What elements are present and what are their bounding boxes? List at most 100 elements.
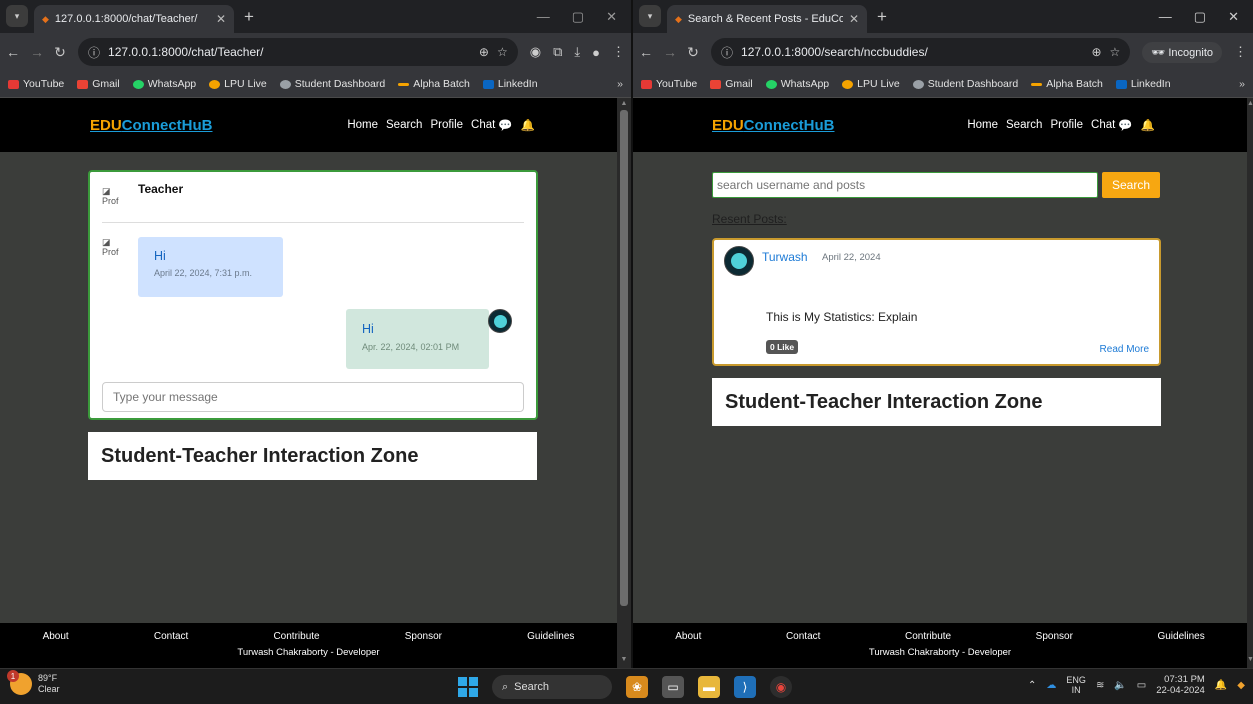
nav-profile[interactable]: Profile bbox=[430, 119, 463, 131]
footer-about[interactable]: About bbox=[675, 631, 701, 642]
profile-avatar-icon[interactable]: ● bbox=[592, 45, 600, 60]
footer-contact[interactable]: Contact bbox=[786, 631, 820, 642]
bookmark-youtube[interactable]: YouTube bbox=[8, 78, 64, 90]
widgets-app-icon[interactable]: ❀ bbox=[626, 676, 648, 698]
menu-icon[interactable]: ⋮ bbox=[1234, 44, 1247, 60]
close-tab-icon[interactable]: ✕ bbox=[216, 12, 226, 26]
site-brand-link[interactable]: EDUConnectHuB bbox=[712, 117, 835, 134]
site-info-icon[interactable]: ⓘ bbox=[721, 44, 733, 61]
more-bookmarks-icon[interactable]: » bbox=[1239, 78, 1245, 90]
footer-contribute[interactable]: Contribute bbox=[273, 631, 319, 642]
tab-chat[interactable]: ◆ 127.0.0.1:8000/chat/Teacher/ ✕ bbox=[34, 5, 234, 33]
bookmark-alpha-batch[interactable]: Alpha Batch bbox=[398, 78, 470, 90]
notification-bell-icon[interactable]: 🔔 bbox=[521, 118, 535, 132]
scroll-up-icon[interactable]: ▲ bbox=[617, 100, 631, 110]
volume-icon[interactable]: 🔈 bbox=[1114, 680, 1126, 691]
read-more-link[interactable]: Read More bbox=[1100, 344, 1149, 355]
minimize-icon[interactable]: — bbox=[537, 9, 550, 25]
footer-contribute[interactable]: Contribute bbox=[905, 631, 951, 642]
forward-icon[interactable]: → bbox=[30, 44, 44, 60]
bookmark-linkedin[interactable]: LinkedIn bbox=[482, 78, 538, 90]
scrollbar[interactable]: ▲ ▼ bbox=[617, 98, 631, 668]
scrollbar[interactable]: ▲ ▼ bbox=[1247, 98, 1253, 668]
post-author-link[interactable]: Turwash bbox=[762, 250, 808, 264]
site-info-icon[interactable]: ⓘ bbox=[88, 44, 100, 61]
windows-start-icon[interactable] bbox=[458, 677, 478, 697]
new-tab-icon[interactable]: + bbox=[877, 7, 887, 27]
site-brand-link[interactable]: EDUConnectHuB bbox=[90, 117, 213, 134]
maximize-icon[interactable]: ▢ bbox=[1194, 9, 1206, 25]
wifi-icon[interactable]: ≋ bbox=[1096, 680, 1104, 691]
scroll-up-icon[interactable]: ▲ bbox=[1247, 100, 1253, 110]
bookmark-star-icon[interactable]: ☆ bbox=[497, 45, 508, 59]
bookmark-gmail[interactable]: Gmail bbox=[710, 78, 753, 90]
address-bar[interactable]: ⓘ 127.0.0.1:8000/chat/Teacher/ ⊕ ☆ bbox=[78, 38, 518, 66]
language-indicator[interactable]: ENG IN bbox=[1066, 675, 1086, 695]
nav-search[interactable]: Search bbox=[386, 119, 422, 131]
forward-icon[interactable]: → bbox=[663, 44, 677, 60]
nav-chat[interactable]: Chat 💬 bbox=[471, 118, 513, 132]
reload-icon[interactable]: ↻ bbox=[54, 44, 66, 61]
bookmark-youtube[interactable]: YouTube bbox=[641, 78, 697, 90]
nav-home[interactable]: Home bbox=[347, 119, 378, 131]
footer-sponsor[interactable]: Sponsor bbox=[1036, 631, 1073, 642]
back-icon[interactable]: ← bbox=[6, 44, 20, 60]
footer-sponsor[interactable]: Sponsor bbox=[405, 631, 442, 642]
message-input[interactable] bbox=[102, 382, 524, 412]
tab-search-icon[interactable]: ▾ bbox=[6, 5, 28, 27]
tab-search[interactable]: ◆ Search & Recent Posts - EduCo ✕ bbox=[667, 5, 867, 33]
close-window-icon[interactable]: ✕ bbox=[606, 9, 617, 25]
chevron-up-icon[interactable]: ⌃ bbox=[1028, 680, 1036, 691]
copilot-icon[interactable]: ◆ bbox=[1237, 680, 1245, 691]
tab-search-icon[interactable]: ▾ bbox=[639, 5, 661, 27]
bookmark-linkedin[interactable]: LinkedIn bbox=[1115, 78, 1171, 90]
task-view-icon[interactable]: ▭ bbox=[662, 676, 684, 698]
maximize-icon[interactable]: ▢ bbox=[572, 9, 584, 25]
bookmark-star-icon[interactable]: ☆ bbox=[1110, 45, 1121, 59]
nav-profile[interactable]: Profile bbox=[1050, 119, 1083, 131]
battery-icon[interactable]: ▭ bbox=[1137, 680, 1146, 691]
close-window-icon[interactable]: ✕ bbox=[1228, 9, 1239, 25]
footer-guidelines[interactable]: Guidelines bbox=[527, 631, 574, 642]
nav-home[interactable]: Home bbox=[967, 119, 998, 131]
bookmark-whatsapp[interactable]: WhatsApp bbox=[765, 78, 829, 90]
footer-about[interactable]: About bbox=[43, 631, 69, 642]
bookmark-alpha-batch[interactable]: Alpha Batch bbox=[1031, 78, 1103, 90]
vscode-icon[interactable]: ⟩ bbox=[734, 676, 756, 698]
minimize-icon[interactable]: — bbox=[1159, 9, 1172, 25]
clock[interactable]: 07:31 PM 22-04-2024 bbox=[1156, 674, 1205, 696]
bookmark-student-dashboard[interactable]: Student Dashboard bbox=[279, 78, 385, 90]
menu-icon[interactable]: ⋮ bbox=[612, 44, 625, 60]
bookmark-lpu-live[interactable]: LPU Live bbox=[209, 78, 267, 90]
bookmark-whatsapp[interactable]: WhatsApp bbox=[132, 78, 196, 90]
notification-icon[interactable]: 🔔 bbox=[1215, 680, 1227, 691]
nav-search[interactable]: Search bbox=[1006, 119, 1042, 131]
incognito-badge[interactable]: 🕶 Incognito bbox=[1142, 41, 1222, 63]
notification-bell-icon[interactable]: 🔔 bbox=[1141, 118, 1155, 132]
bookmark-student-dashboard[interactable]: Student Dashboard bbox=[912, 78, 1018, 90]
onedrive-icon[interactable]: ☁ bbox=[1046, 680, 1056, 691]
footer-contact[interactable]: Contact bbox=[154, 631, 188, 642]
address-bar[interactable]: ⓘ 127.0.0.1:8000/search/nccbuddies/ ⊕ ☆ bbox=[711, 38, 1131, 66]
new-tab-icon[interactable]: + bbox=[244, 7, 254, 27]
reload-icon[interactable]: ↻ bbox=[687, 44, 699, 61]
bookmark-lpu-live[interactable]: LPU Live bbox=[842, 78, 900, 90]
file-explorer-icon[interactable]: ▬ bbox=[698, 676, 720, 698]
chrome-icon[interactable]: ◉ bbox=[770, 676, 792, 698]
like-badge[interactable]: 0 Like bbox=[766, 340, 799, 354]
bookmark-gmail[interactable]: Gmail bbox=[77, 78, 120, 90]
zoom-icon[interactable]: ⊕ bbox=[479, 45, 489, 59]
scrollbar-thumb[interactable] bbox=[620, 110, 628, 606]
more-bookmarks-icon[interactable]: » bbox=[617, 78, 623, 90]
nav-chat[interactable]: Chat 💬 bbox=[1091, 118, 1133, 132]
footer-guidelines[interactable]: Guidelines bbox=[1157, 631, 1204, 642]
back-icon[interactable]: ← bbox=[639, 44, 653, 60]
search-input[interactable] bbox=[712, 172, 1098, 198]
taskbar-search[interactable]: ⌕ Search bbox=[492, 675, 612, 699]
zoom-icon[interactable]: ⊕ bbox=[1091, 45, 1101, 59]
scroll-down-icon[interactable]: ▼ bbox=[617, 656, 631, 666]
weather-widget[interactable]: 1 89°F Clear bbox=[7, 670, 60, 695]
download-icon[interactable]: ⤓ bbox=[574, 44, 580, 60]
extensions-puzzle-icon[interactable]: ⧉ bbox=[553, 44, 562, 60]
search-button[interactable]: Search bbox=[1102, 172, 1160, 198]
